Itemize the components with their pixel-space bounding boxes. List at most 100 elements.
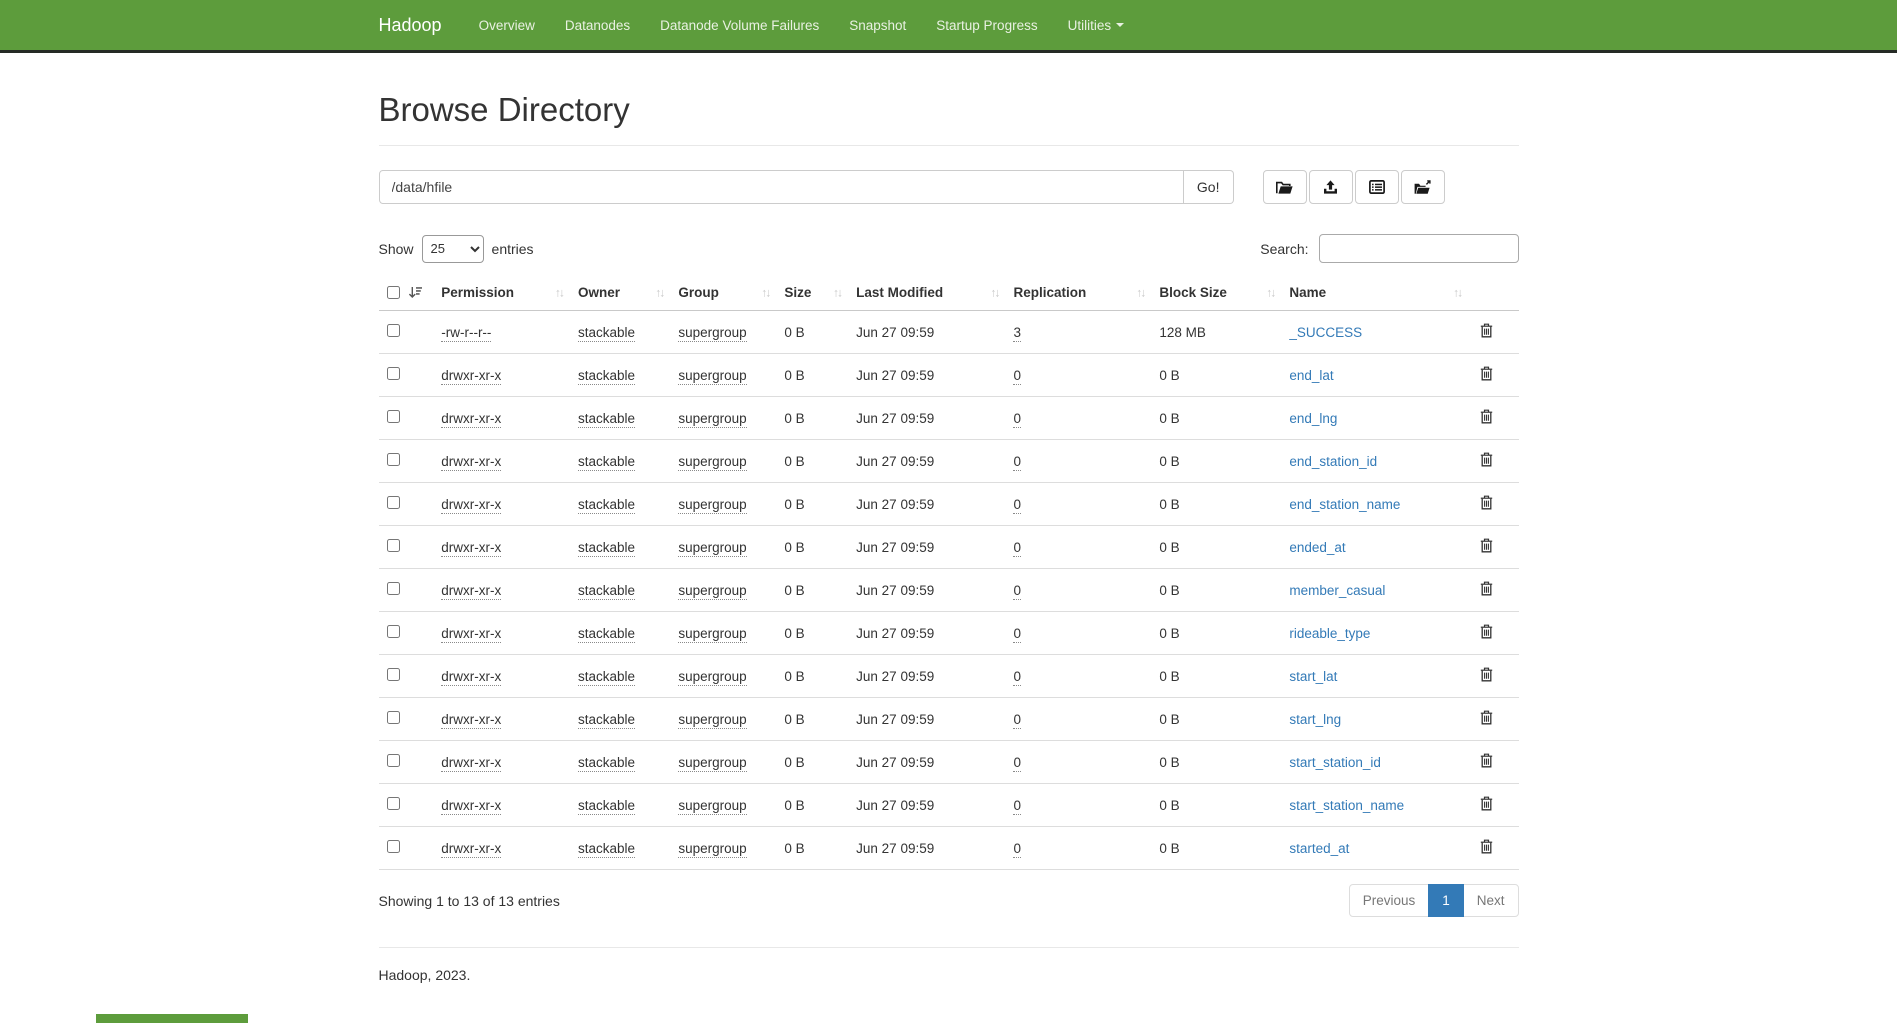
owner-value[interactable]: stackable (578, 540, 635, 557)
group-value[interactable]: supergroup (678, 841, 746, 858)
group-value[interactable]: supergroup (678, 798, 746, 815)
owner-value[interactable]: stackable (578, 368, 635, 385)
replication-value[interactable]: 0 (1013, 755, 1021, 772)
column-header-name[interactable]: Name↑↓ (1281, 275, 1468, 311)
file-link[interactable]: rideable_type (1289, 626, 1370, 641)
column-header-permission[interactable]: Permission↑↓ (433, 275, 570, 311)
file-link[interactable]: end_lng (1289, 411, 1337, 426)
row-checkbox[interactable] (387, 840, 400, 853)
nav-item-snapshot[interactable]: Snapshot (834, 0, 921, 50)
permission-value[interactable]: drwxr-xr-x (441, 626, 501, 643)
upload-file-button[interactable] (1309, 170, 1353, 204)
delete-button[interactable] (1476, 751, 1497, 773)
row-checkbox[interactable] (387, 453, 400, 466)
row-checkbox[interactable] (387, 668, 400, 681)
folder-transfer-button[interactable] (1401, 170, 1445, 204)
delete-button[interactable] (1476, 407, 1497, 429)
go-button[interactable]: Go! (1184, 170, 1234, 204)
group-value[interactable]: supergroup (678, 540, 746, 557)
row-checkbox[interactable] (387, 711, 400, 724)
replication-value[interactable]: 0 (1013, 798, 1021, 815)
group-value[interactable]: supergroup (678, 669, 746, 686)
group-value[interactable]: supergroup (678, 712, 746, 729)
replication-value[interactable]: 0 (1013, 712, 1021, 729)
previous-page-button[interactable]: Previous (1349, 884, 1430, 917)
owner-value[interactable]: stackable (578, 712, 635, 729)
page-1-button[interactable]: 1 (1428, 884, 1464, 917)
row-checkbox[interactable] (387, 582, 400, 595)
owner-value[interactable]: stackable (578, 798, 635, 815)
row-checkbox[interactable] (387, 324, 400, 337)
replication-value[interactable]: 0 (1013, 583, 1021, 600)
group-value[interactable]: supergroup (678, 325, 746, 342)
nav-item-startup-progress[interactable]: Startup Progress (921, 0, 1052, 50)
group-value[interactable]: supergroup (678, 411, 746, 428)
owner-value[interactable]: stackable (578, 497, 635, 514)
directory-path-input[interactable] (379, 170, 1184, 204)
permission-value[interactable]: -rw-r--r-- (441, 325, 491, 342)
delete-button[interactable] (1476, 579, 1497, 601)
replication-value[interactable]: 3 (1013, 325, 1021, 342)
permission-value[interactable]: drwxr-xr-x (441, 841, 501, 858)
permission-value[interactable]: drwxr-xr-x (441, 540, 501, 557)
replication-value[interactable]: 0 (1013, 411, 1021, 428)
file-link[interactable]: started_at (1289, 841, 1349, 856)
group-value[interactable]: supergroup (678, 583, 746, 600)
owner-value[interactable]: stackable (578, 626, 635, 643)
replication-value[interactable]: 0 (1013, 497, 1021, 514)
nav-item-utilities[interactable]: Utilities (1053, 0, 1140, 50)
delete-button[interactable] (1476, 622, 1497, 644)
delete-button[interactable] (1476, 321, 1497, 343)
delete-button[interactable] (1476, 364, 1497, 386)
file-link[interactable]: end_station_name (1289, 497, 1400, 512)
file-link[interactable]: start_lng (1289, 712, 1341, 727)
file-link[interactable]: _SUCCESS (1289, 325, 1362, 340)
file-link[interactable]: start_station_id (1289, 755, 1381, 770)
file-link[interactable]: ended_at (1289, 540, 1345, 555)
group-value[interactable]: supergroup (678, 497, 746, 514)
replication-value[interactable]: 0 (1013, 669, 1021, 686)
create-directory-button[interactable] (1263, 170, 1307, 204)
permission-value[interactable]: drwxr-xr-x (441, 411, 501, 428)
row-checkbox[interactable] (387, 496, 400, 509)
column-header-size[interactable]: Size↑↓ (776, 275, 848, 311)
permission-value[interactable]: drwxr-xr-x (441, 454, 501, 471)
delete-button[interactable] (1476, 493, 1497, 515)
brand-hadoop[interactable]: Hadoop (379, 15, 442, 36)
group-value[interactable]: supergroup (678, 368, 746, 385)
column-header-select[interactable] (379, 275, 434, 311)
replication-value[interactable]: 0 (1013, 626, 1021, 643)
permission-value[interactable]: drwxr-xr-x (441, 712, 501, 729)
row-checkbox[interactable] (387, 754, 400, 767)
row-checkbox[interactable] (387, 539, 400, 552)
delete-button[interactable] (1476, 450, 1497, 472)
owner-value[interactable]: stackable (578, 755, 635, 772)
search-input[interactable] (1319, 234, 1519, 263)
permission-value[interactable]: drwxr-xr-x (441, 798, 501, 815)
group-value[interactable]: supergroup (678, 755, 746, 772)
delete-button[interactable] (1476, 794, 1497, 816)
row-checkbox[interactable] (387, 410, 400, 423)
row-checkbox[interactable] (387, 625, 400, 638)
column-header-last-modified[interactable]: Last Modified↑↓ (848, 275, 1005, 311)
page-length-select[interactable]: 25 (422, 235, 484, 263)
file-link[interactable]: end_station_id (1289, 454, 1377, 469)
permission-value[interactable]: drwxr-xr-x (441, 583, 501, 600)
column-header-block-size[interactable]: Block Size↑↓ (1151, 275, 1281, 311)
column-header-owner[interactable]: Owner↑↓ (570, 275, 670, 311)
row-checkbox[interactable] (387, 367, 400, 380)
replication-value[interactable]: 0 (1013, 454, 1021, 471)
file-link[interactable]: end_lat (1289, 368, 1333, 383)
delete-button[interactable] (1476, 837, 1497, 859)
next-page-button[interactable]: Next (1463, 884, 1519, 917)
delete-button[interactable] (1476, 708, 1497, 730)
owner-value[interactable]: stackable (578, 669, 635, 686)
permission-value[interactable]: drwxr-xr-x (441, 497, 501, 514)
column-header-replication[interactable]: Replication↑↓ (1005, 275, 1151, 311)
replication-value[interactable]: 0 (1013, 540, 1021, 557)
column-header-group[interactable]: Group↑↓ (670, 275, 776, 311)
file-link[interactable]: member_casual (1289, 583, 1385, 598)
owner-value[interactable]: stackable (578, 454, 635, 471)
group-value[interactable]: supergroup (678, 626, 746, 643)
nav-item-overview[interactable]: Overview (464, 0, 550, 50)
